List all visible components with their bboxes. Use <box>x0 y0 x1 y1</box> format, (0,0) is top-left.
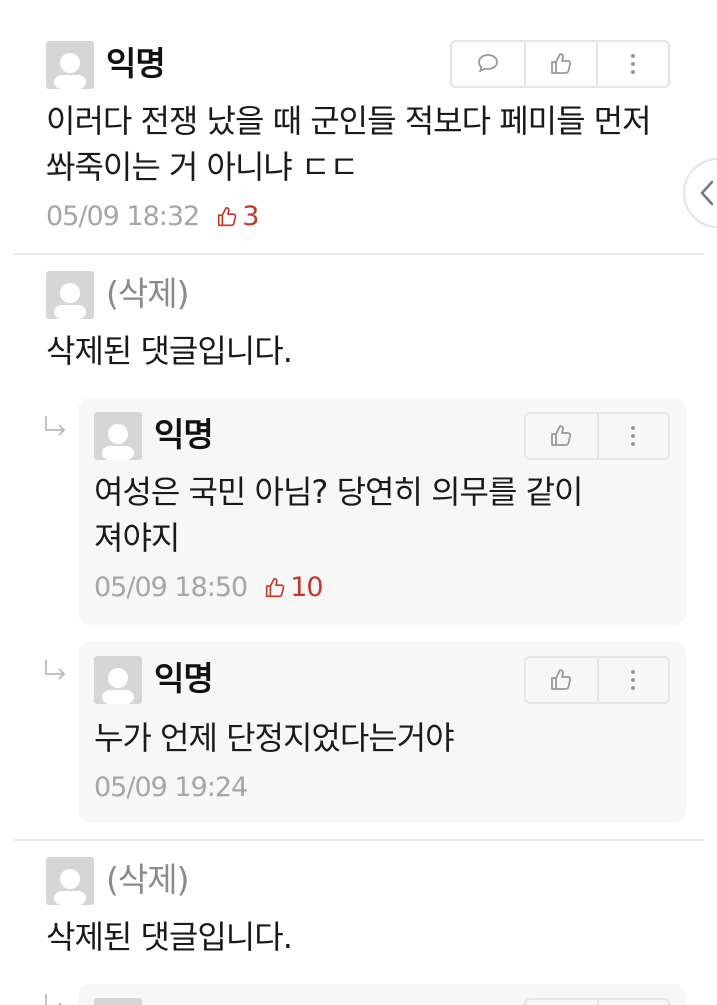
vertical-dots-icon <box>631 670 636 690</box>
reply-time: 05/09 19:24 <box>94 772 248 803</box>
like-button[interactable] <box>524 42 596 86</box>
reply-arrow-icon <box>45 660 66 680</box>
avatar <box>46 857 94 905</box>
comment-time: 05/09 18:32 <box>46 201 200 232</box>
like-button[interactable] <box>526 1000 597 1005</box>
thumbs-up-icon <box>551 425 572 446</box>
default-avatar-icon <box>54 283 86 319</box>
avatar <box>46 41 94 89</box>
reply-meta: 05/09 19:24 <box>94 772 248 804</box>
thumbs-up-icon <box>551 53 572 74</box>
vertical-dots-icon <box>631 54 635 74</box>
reply-nickname: 익명 <box>154 659 214 698</box>
default-avatar-icon <box>102 424 134 460</box>
divider <box>14 839 704 841</box>
reply-text: 여성은 국민 아님? 당연히 의무를 같이 져야지 <box>94 473 583 557</box>
reply-nickname: 익명 <box>154 415 214 454</box>
avatar <box>94 412 142 460</box>
default-avatar-icon <box>54 53 86 89</box>
comment-text: 삭제된 댓글입니다. <box>46 332 293 370</box>
reply-arrow-icon <box>45 994 63 1005</box>
comment-meta: 05/09 18:32 3 <box>46 201 259 233</box>
like-button[interactable] <box>526 658 597 702</box>
comment-text: 삭제된 댓글입니다. <box>46 918 293 956</box>
reply-item <box>78 984 686 1005</box>
reply-actions <box>524 412 670 460</box>
reply-text: 누가 언제 단정지었다는거야 <box>94 719 455 757</box>
like-button[interactable] <box>526 414 597 458</box>
default-avatar-icon <box>102 668 134 704</box>
avatar <box>94 998 142 1005</box>
reply-arrow-icon <box>45 416 66 436</box>
reply-meta: 05/09 18:50 10 <box>94 572 324 604</box>
reply-item: 익명 여성은 국민 아님? 당연히 의무를 같이 져야지 05/09 18:50… <box>78 398 686 625</box>
reply-comment-button[interactable] <box>452 42 524 86</box>
reply-actions <box>524 998 670 1005</box>
vote-count: 10 <box>263 572 324 604</box>
thumbs-up-icon <box>551 669 572 690</box>
reply-item: 익명 누가 언제 단정지었다는거야 05/09 19:24 <box>78 642 686 822</box>
chevron-left-icon <box>700 180 714 206</box>
comment-nickname: (삭제) <box>106 860 189 899</box>
more-options-button[interactable] <box>596 42 668 86</box>
avatar <box>46 271 94 319</box>
comment-actions <box>450 40 670 88</box>
comment-nickname: 익명 <box>106 44 166 83</box>
reply-time: 05/09 18:50 <box>94 572 248 603</box>
vertical-dots-icon <box>631 426 636 446</box>
vote-count: 3 <box>215 201 259 233</box>
comment-nickname: (삭제) <box>106 274 189 313</box>
more-options-button[interactable] <box>596 414 668 458</box>
reply-actions <box>524 656 670 704</box>
comment-thread: 익명 이러다 전쟁 났을 때 군인들 적보다 페미들 먼저 쏴죽이는 거 아니냐… <box>0 0 717 1005</box>
side-nav-button[interactable] <box>683 158 717 228</box>
thumbs-up-icon <box>266 577 285 598</box>
thumbs-up-icon <box>218 206 237 227</box>
avatar <box>94 656 142 704</box>
default-avatar-icon <box>54 869 86 905</box>
more-options-button[interactable] <box>596 1000 668 1005</box>
divider <box>14 253 704 255</box>
comment-text: 이러다 전쟁 났을 때 군인들 적보다 페미들 먼저 쏴죽이는 거 아니냐 ㄷㄷ <box>46 102 652 186</box>
more-options-button[interactable] <box>596 658 668 702</box>
speech-bubble-icon <box>478 54 498 72</box>
